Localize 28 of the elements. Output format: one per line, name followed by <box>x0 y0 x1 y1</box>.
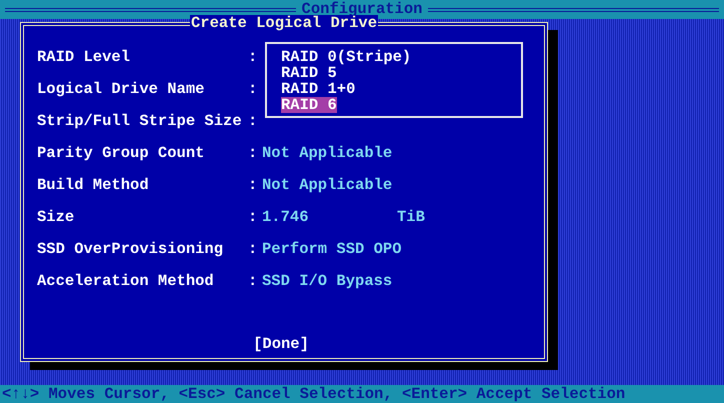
done-button[interactable]: [Done] <box>253 335 309 353</box>
field-value[interactable]: Not Applicable <box>262 144 397 162</box>
colon: : <box>248 208 258 226</box>
field-value[interactable]: 1.746 <box>262 208 397 226</box>
colon: : <box>248 144 258 162</box>
menu-option[interactable]: RAID 5 <box>281 65 337 81</box>
colon: : <box>248 112 258 130</box>
field-value[interactable]: SSD I/O Bypass <box>262 272 397 290</box>
field-label: Parity Group Count <box>37 144 206 162</box>
field-label: Size <box>37 208 76 226</box>
dialog-title: Create Logical Drive <box>190 15 378 31</box>
field-label: Logical Drive Name <box>37 80 206 98</box>
status-text: <↑↓> Moves Cursor, <Esc> Cancel Selection, <Enter> Accept Selection <box>2 385 626 403</box>
colon: : <box>248 272 258 290</box>
menu-option[interactable]: RAID 0(Stripe) <box>281 49 412 65</box>
field-label: Strip/Full Stripe Size <box>37 112 243 130</box>
field-label: SSD OverProvisioning <box>37 240 224 258</box>
colon: : <box>248 80 258 98</box>
field-label: Acceleration Method <box>37 272 215 290</box>
field-label: Build Method <box>37 176 150 194</box>
colon: : <box>248 176 258 194</box>
unit-label: TiB <box>397 208 425 226</box>
field-label: RAID Level <box>37 48 132 66</box>
menu-option[interactable]: RAID 1+0 <box>281 81 356 97</box>
colon: : <box>248 240 258 258</box>
field-value[interactable]: Not Applicable <box>262 176 397 194</box>
menu-option[interactable]: RAID 6 <box>281 97 337 113</box>
colon: : <box>248 48 258 66</box>
